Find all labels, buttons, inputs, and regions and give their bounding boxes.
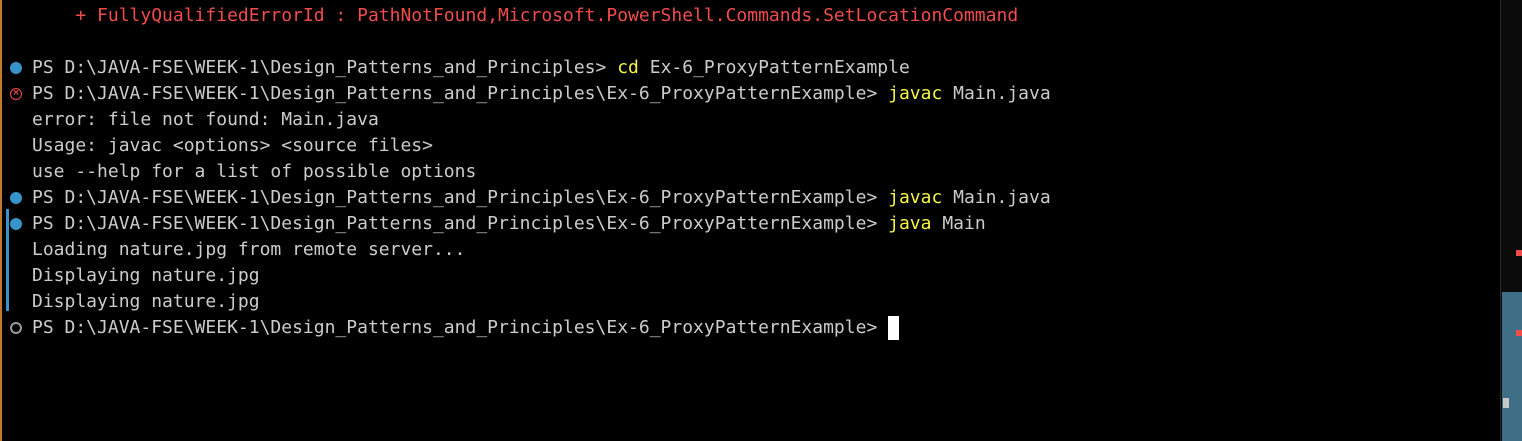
output-text: use --help for a list of possible option… — [32, 161, 477, 182]
command-name: cd — [617, 57, 639, 78]
panel-edge — [0, 0, 2, 441]
command-args: Main.java — [942, 187, 1051, 208]
output-line: error: file not found: Main.java — [32, 107, 379, 133]
prompt-line: PS D:\JAVA-FSE\WEEK-1\Design_Patterns_an… — [32, 81, 1051, 107]
command-name: java — [888, 213, 932, 234]
scrollbar-error-marker — [1516, 250, 1522, 256]
command-name: javac — [888, 83, 943, 104]
hollow-circle-icon[interactable] — [10, 322, 22, 334]
prompt-path: PS D:\JAVA-FSE\WEEK-1\Design_Patterns_an… — [32, 83, 889, 104]
output-text: Usage: javac <options> <source files> — [32, 135, 433, 156]
text-cursor[interactable] — [888, 316, 900, 340]
output-line: Displaying nature.jpg — [32, 289, 260, 315]
output-text: Loading nature.jpg from remote server... — [32, 239, 466, 260]
command-args: Ex-6_ProxyPatternExample — [638, 57, 910, 78]
scrollbar-cursor-marker — [1503, 398, 1509, 408]
command-name: javac — [888, 187, 943, 208]
filled-circle-icon[interactable] — [10, 218, 22, 230]
prompt-path: PS D:\JAVA-FSE\WEEK-1\Design_Patterns_an… — [32, 57, 618, 78]
output-text: Displaying nature.jpg — [32, 291, 260, 312]
output-text: Displaying nature.jpg — [32, 265, 260, 286]
terminal-window: + FullyQualifiedErrorId : PathNotFound,M… — [0, 0, 1522, 441]
output-text: error: file not found: Main.java — [32, 109, 379, 130]
scrollbar-thumb[interactable] — [1502, 292, 1522, 441]
prompt-line: PS D:\JAVA-FSE\WEEK-1\Design_Patterns_an… — [32, 55, 910, 81]
scrollbar-error-marker — [1516, 330, 1522, 336]
output-line: Displaying nature.jpg — [32, 263, 260, 289]
command-args: Main — [931, 213, 986, 234]
error-line: + FullyQualifiedErrorId : PathNotFound,M… — [32, 3, 1018, 29]
filled-circle-icon[interactable] — [10, 62, 22, 74]
filled-circle-icon[interactable] — [10, 192, 22, 204]
error-text: + FullyQualifiedErrorId : PathNotFound,M… — [32, 5, 1019, 26]
command-args: Main.java — [942, 83, 1051, 104]
output-line: use --help for a list of possible option… — [32, 159, 476, 185]
prompt-path: PS D:\JAVA-FSE\WEEK-1\Design_Patterns_an… — [32, 187, 889, 208]
output-line: Loading nature.jpg from remote server... — [32, 237, 465, 263]
scrollbar-divider — [1500, 0, 1501, 441]
prompt-line: PS D:\JAVA-FSE\WEEK-1\Design_Patterns_an… — [32, 315, 900, 341]
prompt-line: PS D:\JAVA-FSE\WEEK-1\Design_Patterns_an… — [32, 185, 1051, 211]
command-group-indicator — [6, 209, 9, 311]
circle-x-icon[interactable]: × — [10, 88, 22, 100]
output-line: Usage: javac <options> <source files> — [32, 133, 433, 159]
prompt-path: PS D:\JAVA-FSE\WEEK-1\Design_Patterns_an… — [32, 317, 889, 338]
prompt-line: PS D:\JAVA-FSE\WEEK-1\Design_Patterns_an… — [32, 211, 986, 237]
terminal-output[interactable]: + FullyQualifiedErrorId : PathNotFound,M… — [3, 0, 1500, 441]
prompt-path: PS D:\JAVA-FSE\WEEK-1\Design_Patterns_an… — [32, 213, 889, 234]
